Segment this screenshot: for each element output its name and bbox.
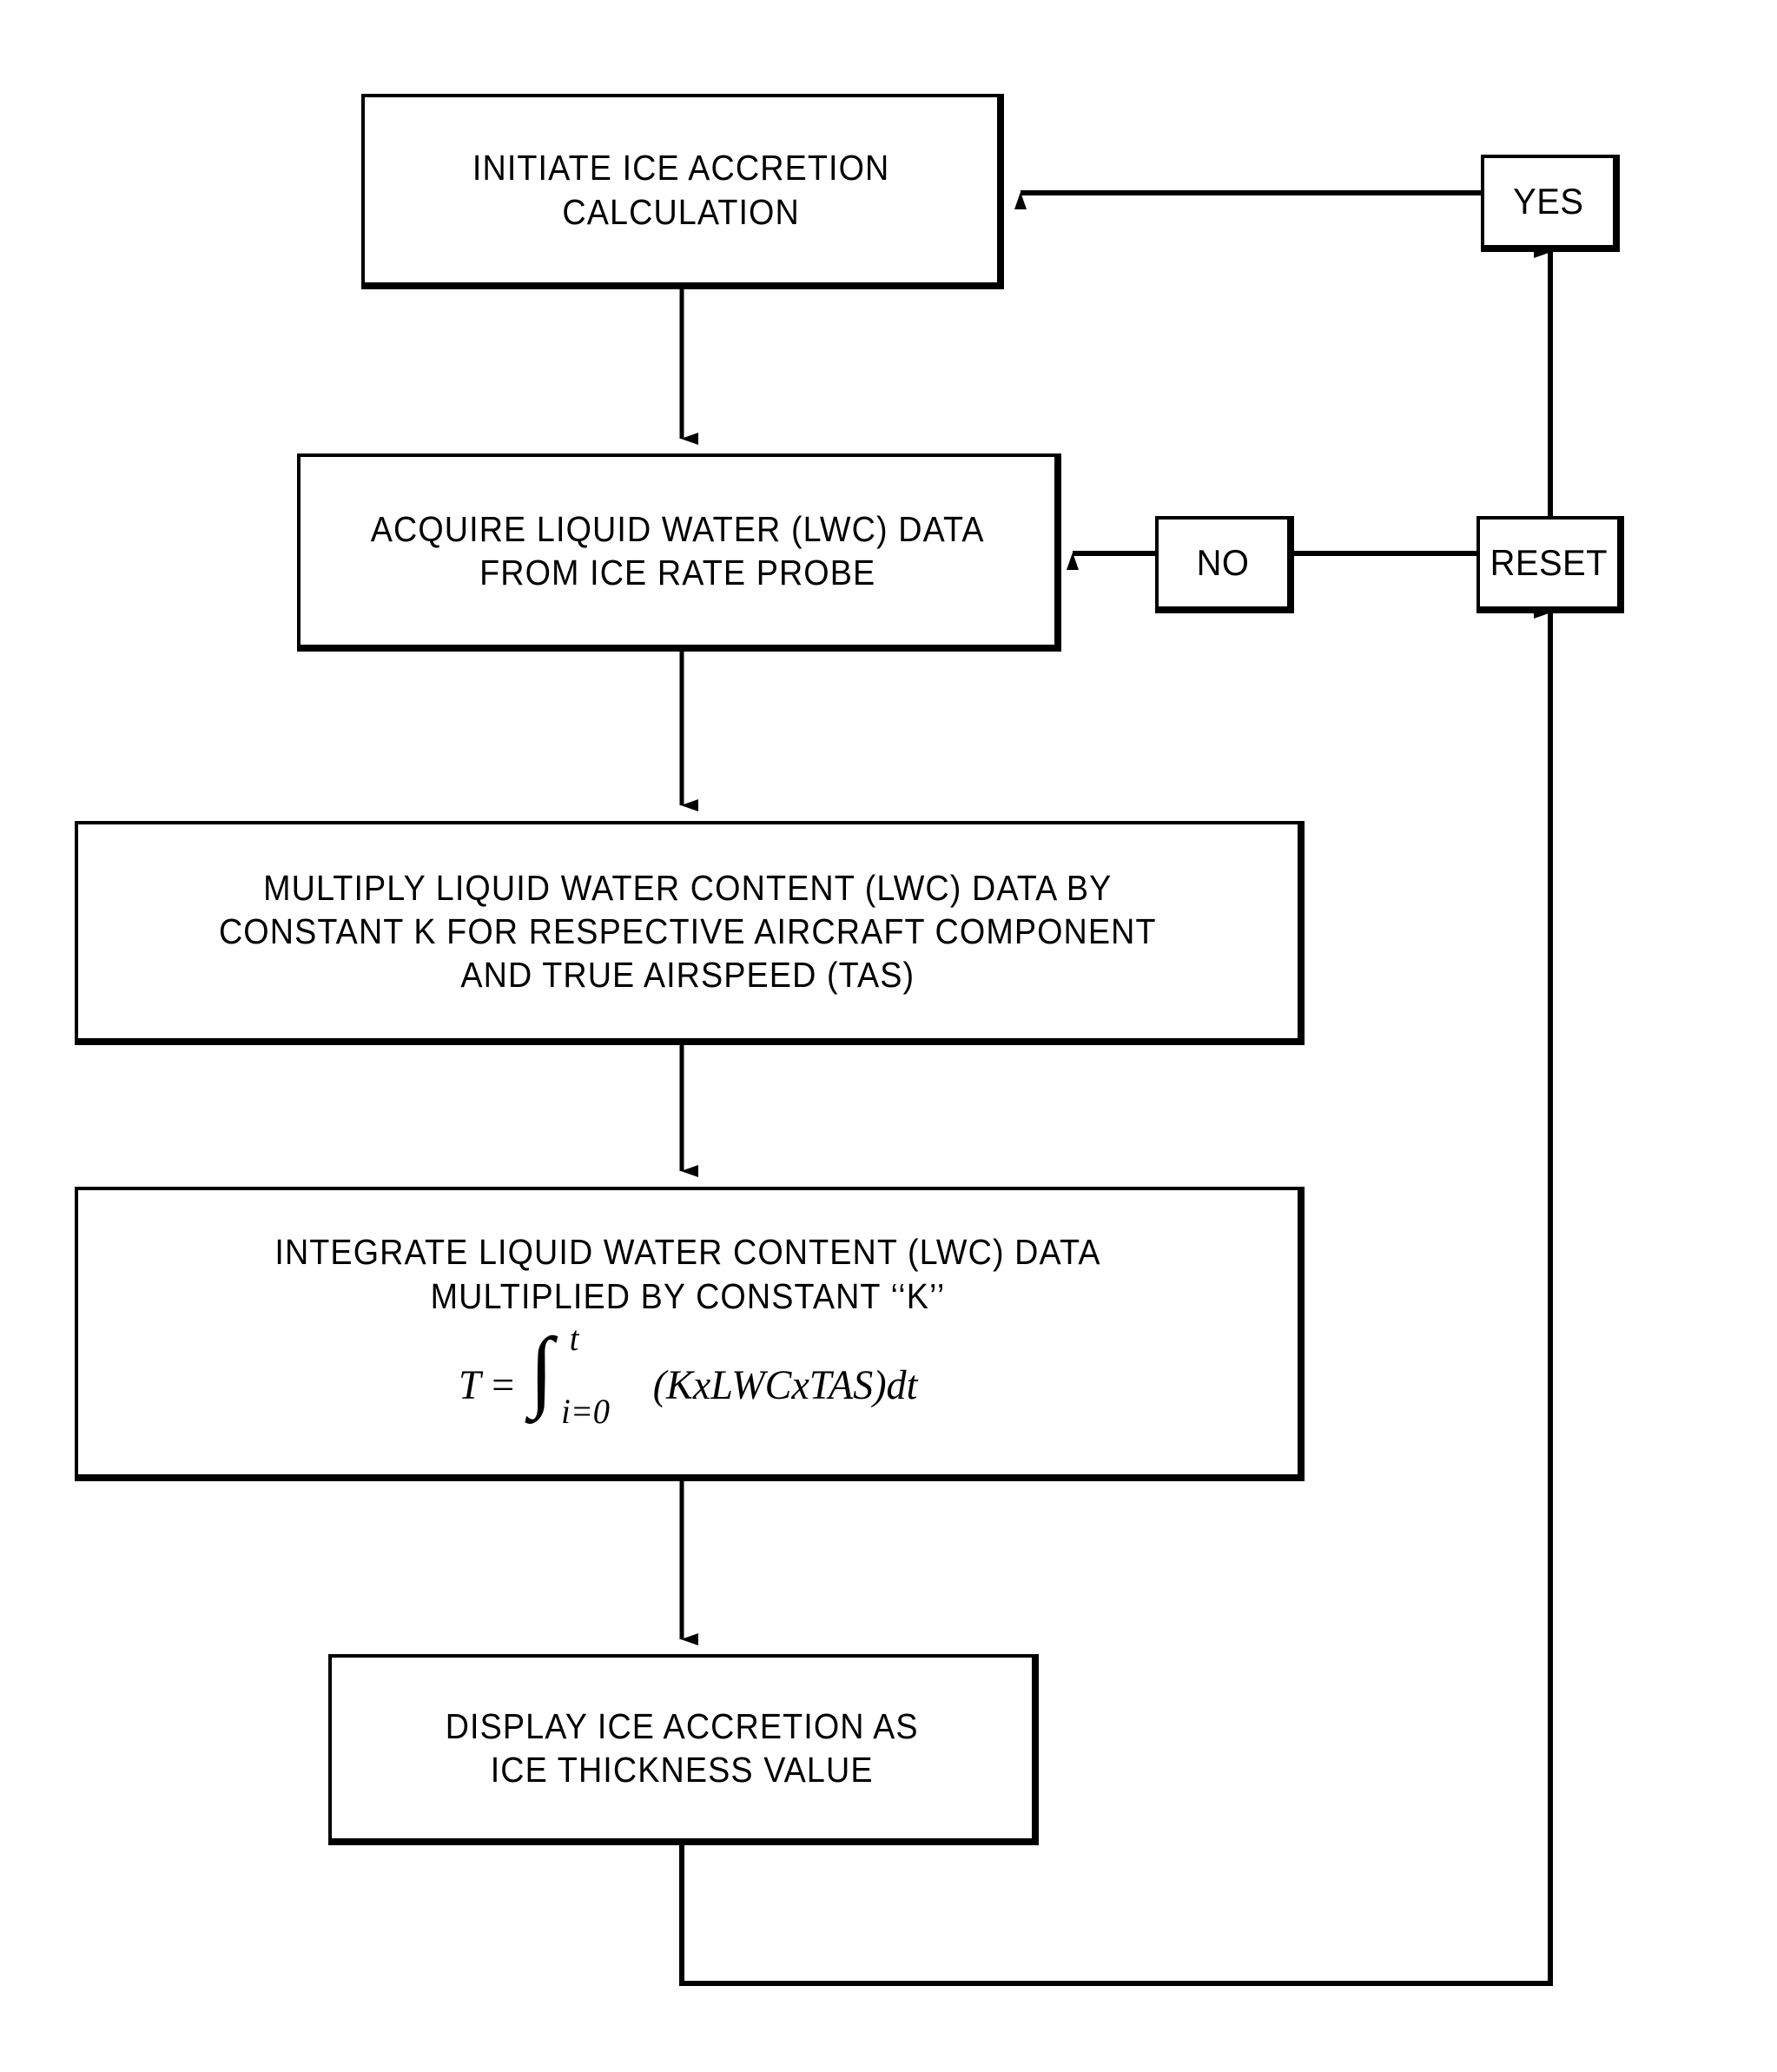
node-reset[interactable]: RESET bbox=[1476, 516, 1624, 613]
node-reset-label: RESET bbox=[1490, 542, 1608, 584]
node-integrate-label: INTEGRATE LIQUID WATER CONTENT (LWC) DAT… bbox=[274, 1232, 1101, 1316]
node-multiply-label: MULTIPLY LIQUID WATER CONTENT (LWC) DATA… bbox=[219, 867, 1157, 995]
formula-integrand: (KxLWCxTAS)dt bbox=[652, 1362, 918, 1409]
integral-symbol-group: ∫ t i=0 bbox=[526, 1319, 651, 1434]
node-acquire-lwc-data[interactable]: ACQUIRE LIQUID WATER (LWC) DATA FROM ICE… bbox=[297, 453, 1061, 652]
node-initiate-label: INITIATE ICE ACCRETION CALCULATION bbox=[472, 148, 890, 232]
integral-upper-limit: t bbox=[569, 1318, 579, 1358]
node-display-ice-accretion[interactable]: DISPLAY ICE ACCRETION AS ICE THICKNESS V… bbox=[328, 1654, 1039, 1845]
node-multiply-lwc-by-constant-k[interactable]: MULTIPLY LIQUID WATER CONTENT (LWC) DATA… bbox=[75, 821, 1305, 1045]
node-integrate-lwc-data[interactable]: INTEGRATE LIQUID WATER CONTENT (LWC) DAT… bbox=[75, 1187, 1305, 1481]
node-no-label: NO bbox=[1196, 542, 1250, 584]
node-integrate-content: INTEGRATE LIQUID WATER CONTENT (LWC) DAT… bbox=[78, 1230, 1298, 1433]
integral-lower-limit: i=0 bbox=[560, 1391, 610, 1431]
node-acquire-label: ACQUIRE LIQUID WATER (LWC) DATA FROM ICE… bbox=[370, 508, 985, 592]
node-no[interactable]: NO bbox=[1155, 516, 1294, 613]
node-initiate-ice-accretion-calculation[interactable]: INITIATE ICE ACCRETION CALCULATION bbox=[361, 94, 1004, 289]
node-yes-label: YES bbox=[1513, 181, 1584, 222]
formula-variable: T bbox=[458, 1362, 481, 1409]
integral-formula: T = ∫ t i=0 (KxLWCxTAS)dt bbox=[458, 1319, 918, 1434]
flowchart-canvas: INITIATE ICE ACCRETION CALCULATION ACQUI… bbox=[0, 0, 1777, 2072]
node-display-label: DISPLAY ICE ACCRETION AS ICE THICKNESS V… bbox=[445, 1705, 919, 1790]
formula-equals-sign: = bbox=[489, 1362, 517, 1409]
integral-sign: ∫ bbox=[529, 1319, 553, 1420]
node-yes[interactable]: YES bbox=[1481, 155, 1620, 252]
